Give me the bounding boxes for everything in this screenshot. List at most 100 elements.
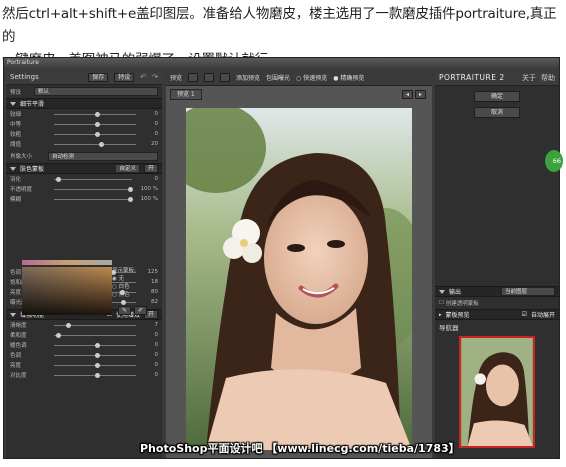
create-mask-row[interactable]: ☐ 创建透明蒙板	[435, 297, 559, 309]
auto-expand-checkbox[interactable]: ☑	[522, 311, 527, 318]
accurate-preview-radio[interactable]: ● 精确预览	[333, 73, 364, 82]
slider-knob[interactable]	[121, 299, 127, 305]
slider-track[interactable]	[54, 131, 136, 137]
fast-preview-radio[interactable]: ○ 快速预览	[296, 73, 327, 82]
cancel-button[interactable]: 取消	[474, 107, 520, 118]
skin-toggle-button[interactable]: 开	[143, 164, 158, 173]
slider-track[interactable]	[54, 352, 136, 358]
output-select[interactable]: 当前图层	[501, 287, 555, 296]
slider-label: 较细	[10, 112, 22, 118]
detail-section-header[interactable]: 细节平滑	[6, 98, 162, 109]
preview-photo[interactable]	[186, 108, 412, 450]
auto-expand-label: 自动展开	[530, 312, 555, 319]
slider-value: 82	[151, 299, 158, 305]
slider-track[interactable]	[54, 372, 136, 378]
create-mask-checkbox[interactable]: ☐	[439, 300, 444, 306]
eyedropper-icon[interactable]: ✎	[118, 306, 132, 315]
bracket-button[interactable]: 包围曝光	[266, 73, 290, 82]
slider-track[interactable]	[54, 141, 136, 147]
slider-row[interactable]: 亮度 0	[6, 360, 162, 370]
slider-value: 0	[154, 352, 159, 358]
slider-row[interactable]: 对比度 0	[6, 370, 162, 380]
skin-mode-select[interactable]: 自定义	[115, 164, 140, 173]
add-preview-button[interactable]: 添加预览	[236, 73, 260, 82]
color-picker-gradient[interactable]	[22, 267, 112, 315]
portrait-size-select[interactable]: 自动检测	[48, 151, 158, 161]
output-section-header[interactable]: 输出 当前图层	[435, 286, 559, 297]
next-tab-icon[interactable]: ▸	[414, 90, 426, 99]
redo-icon[interactable]: ↷	[152, 73, 158, 81]
slider-row[interactable]: 柔和度 0	[6, 330, 162, 340]
split-vertical-icon[interactable]	[220, 73, 231, 82]
slider-knob[interactable]	[128, 186, 134, 192]
side-badge[interactable]: 66	[545, 150, 563, 172]
slider-value: 0	[154, 362, 159, 368]
prev-tab-icon[interactable]: ◂	[401, 90, 413, 99]
slider-value: 0	[154, 111, 159, 117]
slider-knob[interactable]	[95, 131, 100, 137]
slider-knob[interactable]	[95, 352, 100, 358]
special-button[interactable]: 特设	[114, 72, 135, 82]
slider-knob[interactable]	[95, 362, 100, 368]
navigator-label: 导航器	[439, 323, 459, 332]
single-view-icon[interactable]	[188, 73, 199, 82]
slider-knob[interactable]	[55, 176, 61, 182]
slider-value: 0	[154, 332, 159, 338]
slider-row[interactable]: 清晰度 7	[6, 320, 162, 330]
caption-line-1: 然后ctrl+alt+shift+e盖印图层。准备给人物磨皮，楼主选用了一款磨皮…	[2, 6, 557, 45]
slider-row[interactable]: 模糊 100 %	[6, 194, 162, 204]
slider-value: 0	[154, 131, 159, 137]
navigator-thumbnail[interactable]	[459, 336, 535, 448]
slider-track[interactable]	[54, 196, 134, 202]
slider-track[interactable]	[54, 121, 136, 127]
slider-row[interactable]: 阈值 20	[6, 139, 162, 149]
display-option-white[interactable]: ○ 白色	[112, 283, 158, 291]
display-option-label: 白色	[118, 284, 130, 290]
portraiture-window: Portraiture Settings 保存 特设 ↶ ↷ 预设 默认 细节平…	[3, 57, 560, 459]
slider-track[interactable]	[54, 176, 132, 182]
tab-preview-1[interactable]: 预览 1	[170, 89, 202, 100]
undo-icon[interactable]: ↶	[140, 73, 146, 81]
slider-track[interactable]	[54, 186, 134, 192]
slider-track[interactable]	[54, 362, 136, 368]
slider-value: 100 %	[140, 186, 158, 192]
slider-knob[interactable]	[95, 342, 100, 348]
slider-row[interactable]: 羽化 0	[6, 174, 162, 184]
slider-knob[interactable]	[99, 141, 105, 147]
expand-icon: ▸	[439, 311, 442, 318]
preset-label: 预设	[10, 89, 22, 96]
slider-track[interactable]	[54, 332, 136, 338]
slider-knob[interactable]	[95, 372, 100, 378]
slider-knob[interactable]	[119, 289, 125, 295]
help-button[interactable]: 帮助	[541, 73, 555, 83]
split-horizontal-icon[interactable]	[204, 73, 215, 82]
slider-value: 0	[154, 372, 159, 378]
slider-knob[interactable]	[111, 269, 117, 275]
slider-row[interactable]: 中等 0	[6, 119, 162, 129]
navigator-image	[461, 338, 533, 446]
eyedropper-plus-icon[interactable]: ✐	[134, 306, 148, 315]
slider-value: 0	[154, 121, 159, 127]
slider-knob[interactable]	[66, 322, 72, 328]
mask-preview-header[interactable]: ▸ 蒙板预览 ☑ 自动展开	[435, 309, 559, 320]
portrait-size-row: 肖像大小 自动检测	[6, 149, 162, 163]
slider-row[interactable]: 色调 0	[6, 350, 162, 360]
slider-row[interactable]: 较粗 0	[6, 129, 162, 139]
slider-track[interactable]	[54, 342, 136, 348]
ok-button[interactable]: 确定	[474, 91, 520, 102]
save-button[interactable]: 保存	[88, 72, 109, 82]
color-picker-spacer	[6, 204, 162, 260]
preset-select[interactable]: 默认	[34, 87, 158, 96]
slider-knob[interactable]	[95, 111, 100, 117]
about-button[interactable]: 关于	[522, 73, 536, 83]
slider-track[interactable]	[54, 111, 136, 117]
skin-section-header[interactable]: 肤色蒙板 自定义 开	[6, 163, 162, 174]
slider-row[interactable]: 暖色调 0	[6, 340, 162, 350]
slider-knob[interactable]	[55, 332, 61, 338]
slider-label: 不透明度	[10, 187, 33, 193]
slider-row[interactable]: 不透明度 100 %	[6, 184, 162, 194]
slider-row[interactable]: 较细 0	[6, 109, 162, 119]
slider-knob[interactable]	[128, 196, 134, 202]
slider-track[interactable]	[54, 322, 136, 328]
slider-knob[interactable]	[95, 121, 100, 127]
